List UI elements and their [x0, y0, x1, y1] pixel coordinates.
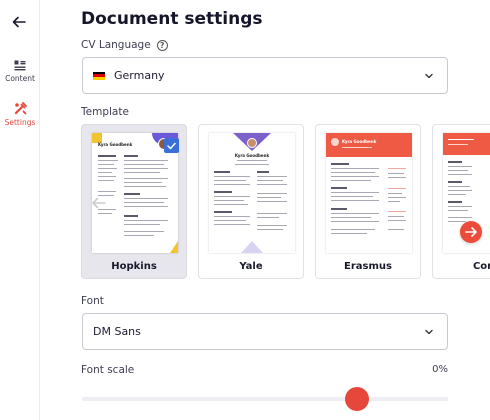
thumb-name-text: Kyra Goodbenk: [98, 142, 133, 147]
template-name: Erasmus: [344, 261, 392, 272]
cv-language-value: Germany: [114, 69, 165, 82]
template-name: Yale: [239, 261, 263, 272]
rail-item-content[interactable]: Content: [0, 60, 40, 83]
content-icon: [14, 60, 26, 71]
font-scale-value: 0%: [432, 364, 448, 375]
page-title: Document settings: [81, 9, 263, 29]
rail-item-label: Settings: [4, 118, 36, 127]
font-value: DM Sans: [93, 325, 141, 338]
template-card-erasmus[interactable]: Kyra Goodbenk Erasmus: [315, 124, 421, 279]
left-rail: Content Settings: [0, 0, 40, 420]
template-label: Template: [81, 106, 129, 118]
help-icon[interactable]: ?: [156, 39, 168, 51]
cv-language-select[interactable]: Germany: [82, 57, 448, 94]
settings-icon: [14, 102, 27, 115]
selected-check-icon: [164, 138, 179, 153]
font-label: Font: [81, 295, 104, 307]
template-carousel: Kyra Goodbenk Hopkins Kyra Goodbenk Yale…: [81, 124, 490, 279]
cv-language-label-text: CV Language: [81, 39, 151, 51]
font-select[interactable]: DM Sans: [82, 313, 448, 350]
thumb-name-text: Kyra Goodbenk: [234, 153, 270, 158]
carousel-next-button[interactable]: [460, 221, 482, 243]
arrow-right-icon: [465, 227, 477, 237]
template-card-yale[interactable]: Kyra Goodbenk Yale: [198, 124, 304, 279]
font-scale-slider-handle[interactable]: [344, 387, 369, 411]
chevron-down-icon: [425, 329, 433, 335]
font-scale-label: Font scale: [81, 364, 135, 376]
rail-item-label: Content: [5, 74, 35, 83]
settings-panel: Document settings CV Language ? Germany …: [40, 0, 490, 420]
germany-flag-icon: [93, 71, 105, 80]
thumb-name-text: Kyra Goodbenk: [342, 139, 377, 144]
template-thumbnail: Kyra Goodbenk: [326, 133, 412, 253]
rail-item-settings[interactable]: Settings: [0, 102, 40, 127]
cv-language-label: CV Language ?: [81, 39, 168, 51]
template-thumbnail: Kyra Goodbenk: [209, 133, 295, 253]
back-button[interactable]: [9, 12, 29, 32]
arrow-left-icon: [12, 16, 26, 28]
chevron-down-icon: [425, 73, 433, 79]
template-name: Hopkins: [111, 261, 157, 272]
arrow-left-icon[interactable]: [91, 195, 107, 211]
template-card-corr[interactable]: Corr: [432, 124, 490, 279]
font-scale-slider-track[interactable]: [82, 397, 448, 401]
template-name: Corr: [472, 261, 490, 272]
template-card-hopkins[interactable]: Kyra Goodbenk Hopkins: [81, 124, 187, 279]
